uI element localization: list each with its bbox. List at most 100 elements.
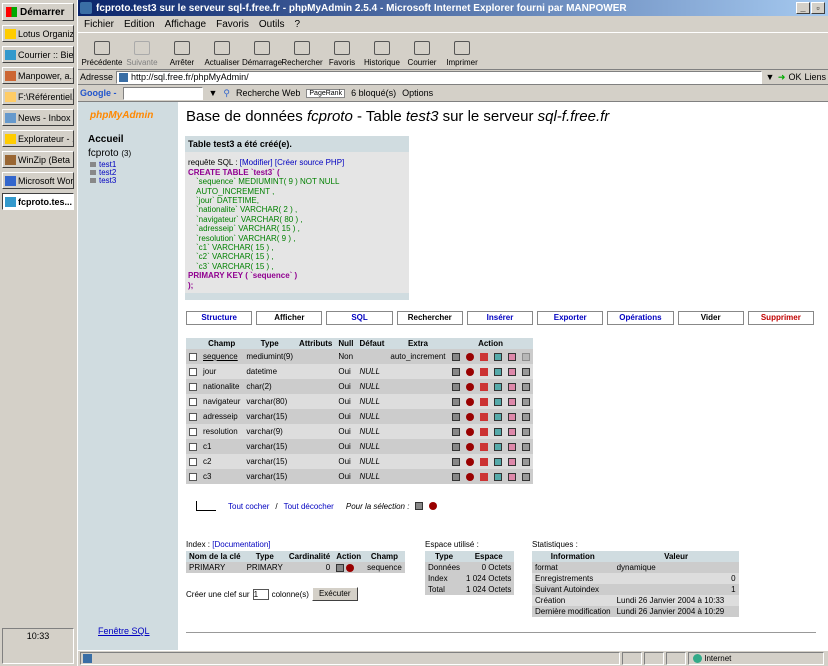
unique-icon[interactable] <box>507 472 516 481</box>
unique-icon[interactable] <box>507 427 516 436</box>
links-button[interactable]: Liens <box>804 72 826 82</box>
drop-selected-icon[interactable] <box>429 502 438 510</box>
documentation-link[interactable]: [Documentation] <box>212 540 270 549</box>
edit-icon[interactable] <box>451 397 460 406</box>
toolbar-button[interactable]: Rechercher <box>281 33 323 69</box>
fulltext-icon[interactable] <box>521 472 530 481</box>
primary-key-icon[interactable] <box>479 412 488 421</box>
edit-selected-icon[interactable] <box>415 502 424 510</box>
edit-icon[interactable] <box>451 382 460 391</box>
menu-item[interactable]: Outils <box>259 19 285 30</box>
tab[interactable]: Vider <box>677 311 744 325</box>
edit-icon[interactable] <box>451 427 460 436</box>
execute-button[interactable]: Exécuter <box>311 587 358 601</box>
primary-key-icon[interactable] <box>479 457 488 466</box>
check-all-link[interactable]: Tout cocher <box>228 502 269 511</box>
toolbar-button[interactable]: Historique <box>362 33 402 69</box>
edit-icon[interactable] <box>451 472 460 481</box>
edit-icon[interactable] <box>451 367 460 376</box>
tab[interactable]: Rechercher <box>396 311 463 325</box>
dropdown-arrow-icon[interactable]: ▼ <box>209 88 218 98</box>
fulltext-icon[interactable] <box>521 442 530 451</box>
taskbar-button[interactable]: Courrier :: Bie... <box>2 46 74 63</box>
index-icon[interactable] <box>493 397 502 406</box>
drop-icon[interactable] <box>465 442 474 451</box>
row-checkbox[interactable] <box>189 427 197 436</box>
toolbar-button[interactable]: Actualiser <box>202 33 242 69</box>
create-php-link[interactable]: [Créer source PHP] <box>275 158 344 167</box>
database-link[interactable]: fcproto (3) <box>88 148 131 159</box>
taskbar-button[interactable]: Lotus Organiz... <box>2 25 74 42</box>
sql-window-link[interactable]: Fenêtre SQL <box>98 626 150 636</box>
taskbar-button[interactable]: Manpower, a... <box>2 67 74 84</box>
taskbar-button[interactable]: F:\Référentiel... <box>2 88 74 105</box>
row-checkbox[interactable] <box>189 472 197 481</box>
unique-icon[interactable] <box>507 382 516 391</box>
address-input[interactable]: http://sql.free.fr/phpMyAdmin/ <box>116 70 762 84</box>
sidebar-table-link[interactable]: test3 <box>90 176 116 185</box>
fulltext-icon[interactable] <box>521 352 530 361</box>
tab[interactable]: Opérations <box>607 311 674 325</box>
start-button[interactable]: Démarrer <box>2 3 74 21</box>
edit-icon[interactable] <box>451 412 460 421</box>
tab[interactable]: Afficher <box>256 311 323 325</box>
primary-key-icon[interactable] <box>479 427 488 436</box>
home-link[interactable]: Accueil <box>88 134 124 145</box>
unique-icon[interactable] <box>507 397 516 406</box>
primary-key-icon[interactable] <box>479 382 488 391</box>
index-icon[interactable] <box>493 412 502 421</box>
menu-item[interactable]: Fichier <box>84 19 114 30</box>
taskbar-button[interactable]: News - Inbox ... <box>2 109 74 126</box>
primary-key-icon[interactable] <box>479 472 488 481</box>
unique-icon[interactable] <box>507 457 516 466</box>
dropdown-arrow-icon[interactable]: ▼ <box>765 72 775 82</box>
row-checkbox[interactable] <box>189 457 197 466</box>
drop-icon[interactable] <box>465 367 474 376</box>
menu-item[interactable]: Favoris <box>216 19 249 30</box>
index-icon[interactable] <box>493 442 502 451</box>
toolbar-button[interactable]: Suivante <box>122 33 162 69</box>
phpmyadmin-logo[interactable]: phpMyAdmin <box>90 110 153 130</box>
unique-icon[interactable] <box>507 367 516 376</box>
column-count-input[interactable] <box>252 588 269 600</box>
fulltext-icon[interactable] <box>521 367 530 376</box>
tab[interactable]: SQL <box>326 311 393 325</box>
toolbar-button[interactable]: Courrier <box>402 33 442 69</box>
index-icon[interactable] <box>493 382 502 391</box>
taskbar-button[interactable]: Explorateur - ... <box>2 130 74 147</box>
drop-icon[interactable] <box>465 412 474 421</box>
menu-item[interactable]: Edition <box>124 19 155 30</box>
primary-key-icon[interactable] <box>479 442 488 451</box>
go-button[interactable]: OK <box>788 72 801 82</box>
drop-icon[interactable] <box>465 472 474 481</box>
row-checkbox[interactable] <box>189 412 197 421</box>
drop-icon[interactable] <box>465 352 474 361</box>
tab[interactable]: Insérer <box>466 311 534 325</box>
drop-icon[interactable] <box>465 427 474 436</box>
fulltext-icon[interactable] <box>521 457 530 466</box>
uncheck-all-link[interactable]: Tout décocher <box>284 502 334 511</box>
menu-item[interactable]: ? <box>294 19 300 30</box>
taskbar-button[interactable]: WinZip (Beta ... <box>2 151 74 168</box>
fulltext-icon[interactable] <box>521 382 530 391</box>
google-search-input[interactable] <box>122 86 203 100</box>
toolbar-button[interactable]: Imprimer <box>442 33 482 69</box>
taskbar-button[interactable]: fcproto.tes... <box>2 193 74 210</box>
edit-icon[interactable] <box>451 352 460 361</box>
drop-icon[interactable] <box>465 382 474 391</box>
toolbar-button[interactable]: Arrêter <box>162 33 202 69</box>
minimize-button[interactable]: _ <box>796 2 810 14</box>
maximize-button[interactable]: ▫ <box>811 2 825 14</box>
unique-icon[interactable] <box>507 352 516 361</box>
go-arrow-icon[interactable]: ➜ <box>778 72 786 83</box>
edit-index-icon[interactable] <box>336 563 345 572</box>
row-checkbox[interactable] <box>189 397 197 406</box>
primary-key-icon[interactable] <box>479 352 488 361</box>
modify-query-link[interactable]: [Modifier] <box>240 158 273 167</box>
row-checkbox[interactable] <box>189 352 197 361</box>
index-icon[interactable] <box>493 367 502 376</box>
toolbar-button[interactable]: Démarrage <box>242 33 282 69</box>
primary-key-icon[interactable] <box>479 397 488 406</box>
tab[interactable]: Supprimer <box>747 311 814 325</box>
row-checkbox[interactable] <box>189 382 197 391</box>
